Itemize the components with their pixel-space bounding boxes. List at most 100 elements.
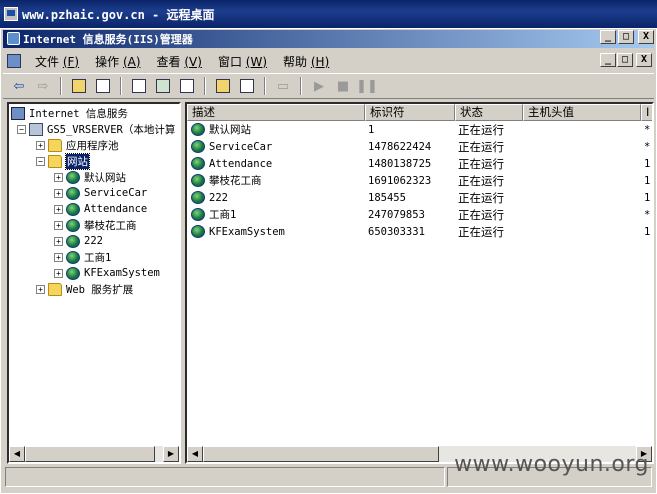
maximize-button[interactable]: □	[618, 30, 634, 44]
tree-node-site[interactable]: + Attendance	[54, 201, 147, 217]
tree-pane[interactable]: Internet 信息服务 − GS5_VRSERVER（本地计算 + 应用程序…	[7, 102, 181, 464]
status-pane	[5, 467, 445, 487]
website-globe-icon	[191, 123, 205, 136]
toolbar-separator	[60, 77, 62, 95]
toolbar-separator	[120, 77, 122, 95]
column-header-description[interactable]: 描述	[187, 104, 365, 121]
watermark: www.wooyun.org	[454, 452, 649, 477]
remote-desktop-icon	[4, 7, 18, 21]
column-header-ip[interactable]: I	[641, 104, 652, 121]
tree-node-websites[interactable]: − 网站	[36, 152, 90, 170]
tree-node-iis-root[interactable]: Internet 信息服务	[11, 105, 128, 121]
tree-node-site[interactable]: + 默认网站	[54, 169, 126, 185]
expand-icon[interactable]: +	[36, 140, 45, 150]
back-arrow-icon[interactable]: ⇦	[9, 76, 29, 96]
expand-icon[interactable]: +	[54, 220, 63, 230]
scroll-right-arrow-icon[interactable]: ▶	[163, 446, 179, 462]
column-header-identifier[interactable]: 标识符	[365, 104, 455, 121]
toolbar-separator	[264, 77, 266, 95]
scroll-left-arrow-icon[interactable]: ◀	[9, 446, 25, 462]
expand-icon[interactable]: +	[54, 172, 63, 182]
refresh-icon[interactable]	[153, 76, 173, 96]
tree-node-site[interactable]: + 222	[54, 233, 103, 249]
menu-help[interactable]: 帮助 (H)	[275, 53, 337, 70]
document-icon[interactable]	[7, 54, 21, 68]
collapse-icon[interactable]: −	[17, 124, 26, 134]
sites-list-view[interactable]: 描述 标识符 状态 主机头值 I 默认网站 1 正在运行 * ServiceCa…	[185, 102, 654, 464]
iis-app-icon	[7, 32, 20, 45]
website-globe-icon	[66, 218, 80, 232]
mdi-minimize-button[interactable]: _	[600, 53, 616, 67]
tree-node-server[interactable]: − GS5_VRSERVER（本地计算	[17, 121, 175, 137]
expand-icon[interactable]: +	[36, 284, 45, 294]
column-header-host-header[interactable]: 主机头值	[523, 104, 641, 121]
up-folder-icon[interactable]	[69, 76, 89, 96]
properties-icon[interactable]	[129, 76, 149, 96]
tree-node-web-extensions[interactable]: + Web 服务扩展	[36, 281, 133, 297]
list-item[interactable]: 默认网站 1 正在运行 *	[187, 121, 652, 138]
list-item[interactable]: 攀枝花工商 1691062323 正在运行 1	[187, 172, 652, 189]
website-globe-icon	[66, 186, 80, 200]
expand-icon[interactable]: +	[54, 252, 63, 262]
column-header-status[interactable]: 状态	[455, 104, 523, 121]
server-icon	[29, 122, 43, 136]
website-globe-icon	[66, 250, 80, 264]
toolbar-separator	[204, 77, 206, 95]
collapse-icon[interactable]: −	[36, 156, 45, 166]
window-title: Internet 信息服务(IIS)管理器	[23, 33, 193, 46]
export-list-icon[interactable]	[177, 76, 197, 96]
tree-node-app-pools[interactable]: + 应用程序池	[36, 137, 119, 153]
menu-window[interactable]: 窗口 (W)	[210, 53, 275, 70]
remote-desktop-titlebar: www.pzhaic.gov.cn - 远程桌面	[0, 0, 657, 28]
website-globe-icon	[191, 174, 205, 187]
pause-icon[interactable]: ❚❚	[356, 76, 378, 96]
list-item[interactable]: 工商1 247079853 正在运行 *	[187, 206, 652, 223]
forward-arrow-icon[interactable]: ⇨	[33, 76, 53, 96]
remote-desktop-title: www.pzhaic.gov.cn - 远程桌面	[22, 7, 215, 22]
mdi-restore-button[interactable]: □	[617, 53, 633, 67]
tree-node-site[interactable]: + KFExamSystem	[54, 265, 160, 281]
expand-icon[interactable]: +	[54, 268, 63, 278]
folder-icon	[48, 138, 62, 152]
tree-node-site[interactable]: + 攀枝花工商	[54, 217, 137, 233]
website-globe-icon	[191, 191, 205, 204]
menu-file[interactable]: 文件 (F)	[27, 53, 87, 70]
website-globe-icon	[66, 234, 80, 248]
list-item[interactable]: ServiceCar 1478622424 正在运行 *	[187, 138, 652, 155]
show-hide-console-icon[interactable]	[237, 76, 257, 96]
tree-node-site[interactable]: + ServiceCar	[54, 185, 147, 201]
toolbar: ⇦ ⇨ ▭ ▶ ■ ❚❚	[3, 73, 654, 99]
start-icon[interactable]: ▶	[309, 76, 329, 96]
computer-icon[interactable]: ▭	[273, 76, 293, 96]
minimize-button[interactable]: _	[600, 30, 616, 44]
expand-icon[interactable]: +	[54, 236, 63, 246]
website-globe-icon	[191, 225, 205, 238]
iis-root-icon	[11, 106, 25, 120]
tree-horizontal-scrollbar[interactable]: ◀ ▶	[9, 446, 179, 462]
scroll-thumb[interactable]	[25, 446, 155, 462]
list-item[interactable]: Attendance 1480138725 正在运行 1	[187, 155, 652, 172]
close-button[interactable]: X	[638, 30, 654, 44]
expand-icon[interactable]: +	[54, 204, 63, 214]
window-controls: _ □ X	[600, 30, 654, 44]
folder-icon	[48, 282, 62, 296]
window-titlebar: Internet 信息服务(IIS)管理器	[3, 30, 654, 48]
iis-manager-window: Internet 信息服务(IIS)管理器 _ □ X 文件 (F) 操作 (A…	[0, 28, 657, 494]
mdi-close-button[interactable]: X	[636, 53, 652, 67]
scroll-thumb[interactable]	[203, 446, 439, 462]
list-item[interactable]: 222 185455 正在运行 1	[187, 189, 652, 206]
show-tree-icon[interactable]	[93, 76, 113, 96]
open-folder-icon	[48, 154, 62, 168]
website-globe-icon	[191, 140, 205, 153]
tree-node-site[interactable]: + 工商1	[54, 249, 111, 265]
website-globe-icon	[191, 208, 205, 221]
help-icon[interactable]	[213, 76, 233, 96]
website-globe-icon	[66, 266, 80, 280]
menu-view[interactable]: 查看 (V)	[149, 53, 210, 70]
menu-action[interactable]: 操作 (A)	[87, 53, 148, 70]
stop-icon[interactable]: ■	[333, 76, 353, 96]
list-item[interactable]: KFExamSystem 650303331 正在运行 1	[187, 223, 652, 240]
scroll-left-arrow-icon[interactable]: ◀	[187, 446, 203, 462]
expand-icon[interactable]: +	[54, 188, 63, 198]
website-globe-icon	[191, 157, 205, 170]
